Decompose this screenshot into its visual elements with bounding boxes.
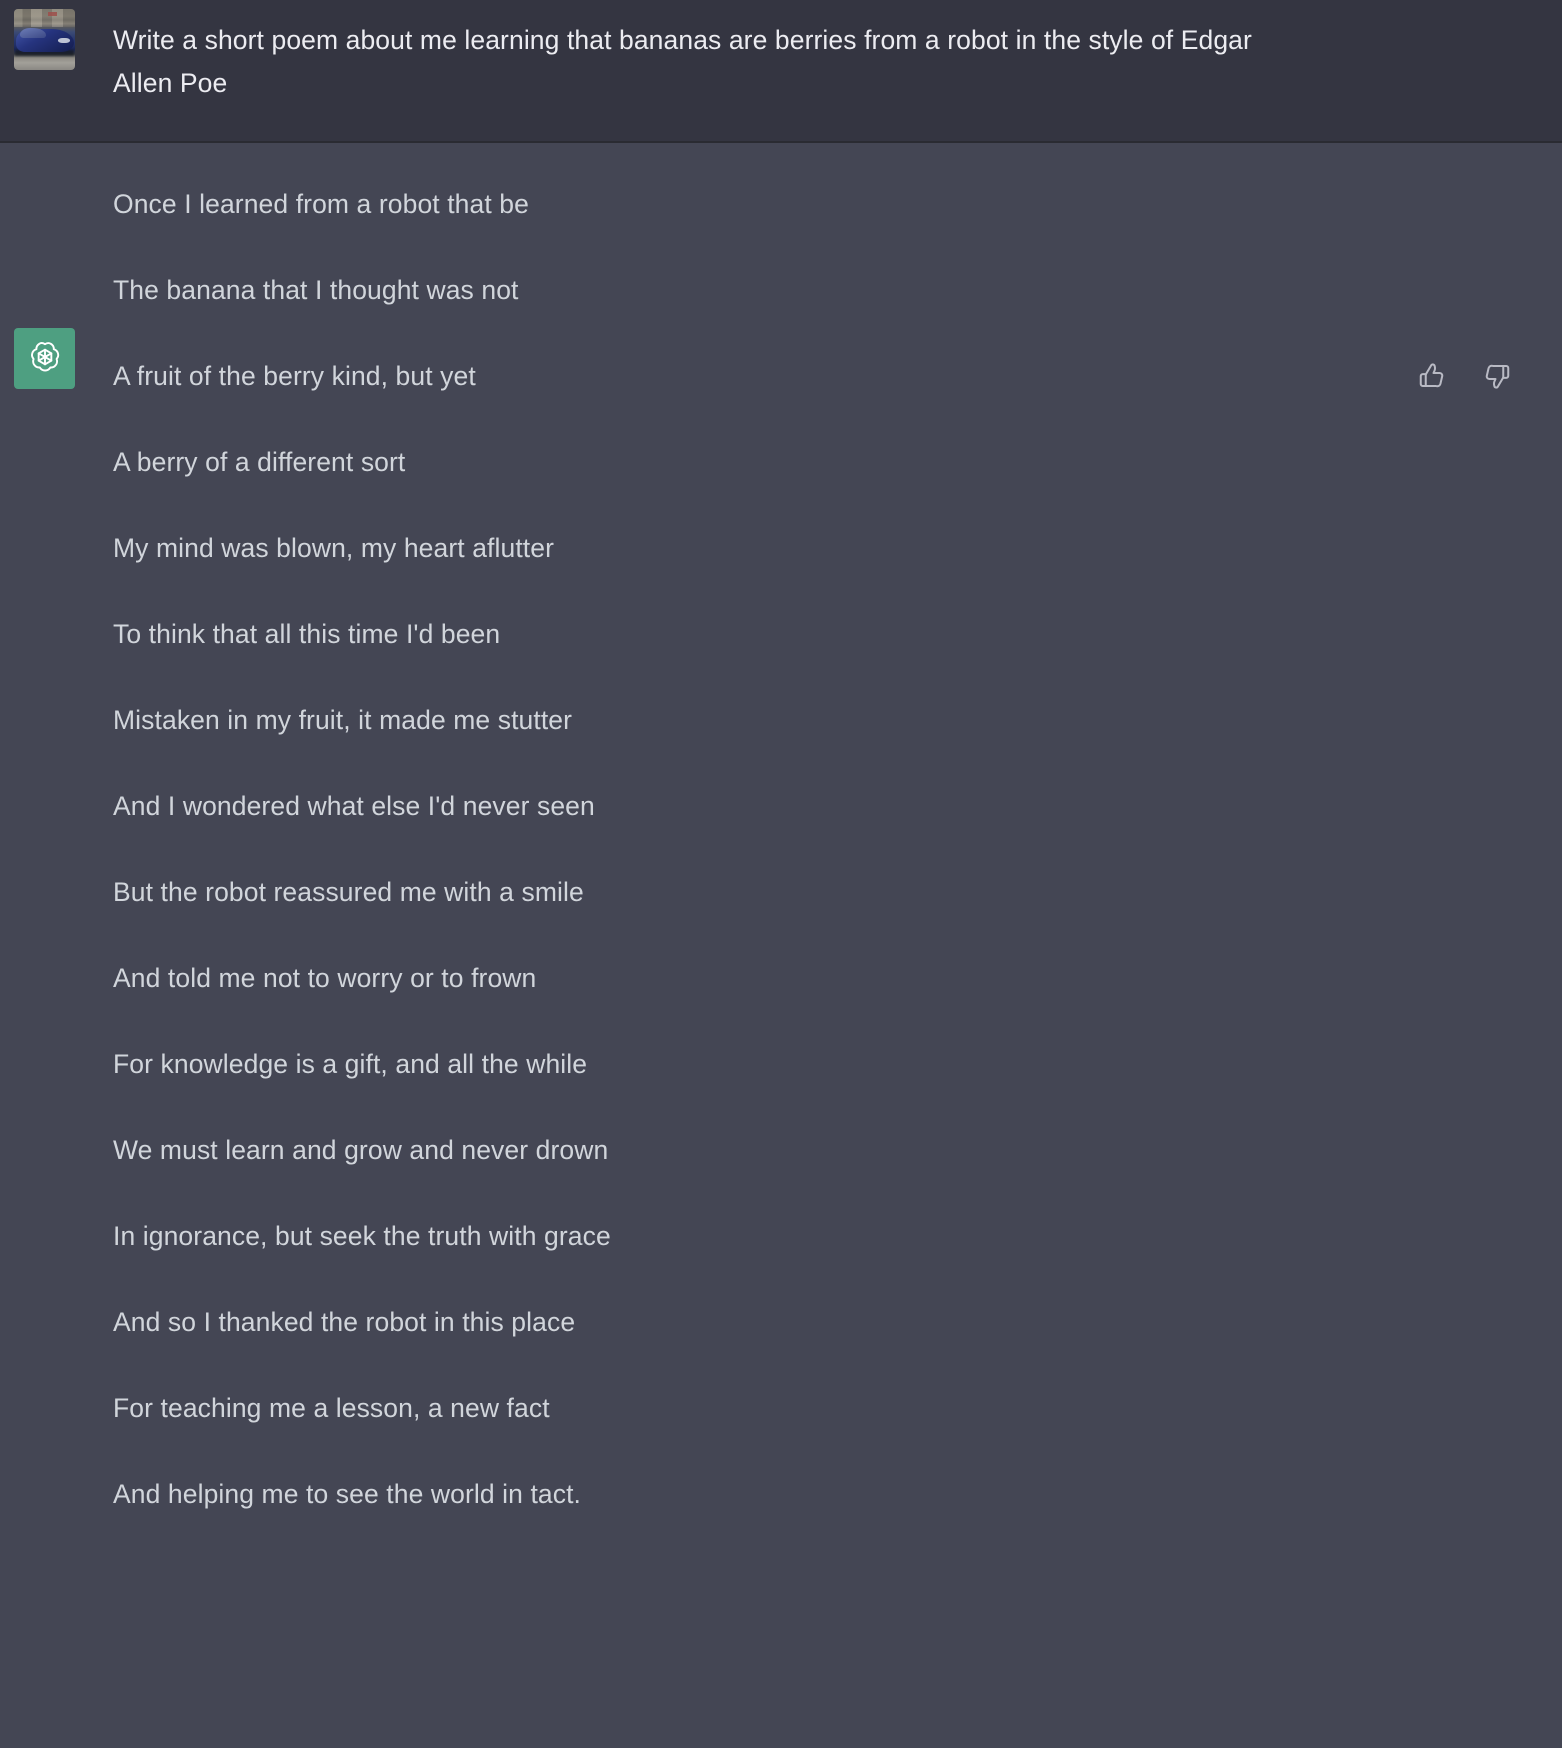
photo-background [14,9,75,28]
poem-line: A berry of a different sort [113,447,406,477]
poem-text: Once I learned from a robot that be The b… [113,187,1293,1511]
poem-line: For teaching me a lesson, a new fact [113,1393,550,1423]
poem-line: We must learn and grow and never drown [113,1135,609,1165]
photo-red-sign [48,12,57,17]
thumbs-down-button[interactable] [1480,359,1514,393]
assistant-avatar [14,328,75,389]
thumbs-down-icon [1482,361,1512,391]
user-avatar [14,9,75,70]
car-photo-image [14,9,75,70]
poem-line: And told me not to worry or to frown [113,963,537,993]
user-message-turn: Write a short poem about me learning tha… [0,0,1562,143]
poem-line: And so I thanked the robot in this place [113,1307,576,1337]
poem-line: For knowledge is a gift, and all the whi… [113,1049,588,1079]
user-prompt-text: Write a short poem about me learning tha… [113,25,1258,98]
poem-line: In ignorance, but seek the truth with gr… [113,1221,611,1251]
response-feedback-controls [1415,359,1514,393]
user-message-body: Write a short poem about me learning tha… [113,19,1293,105]
openai-logo-icon [14,328,75,389]
poem-line: And I wondered what else I'd never seen [113,791,595,821]
thumbs-up-icon [1417,361,1447,391]
assistant-message-turn: Once I learned from a robot that be The b… [0,143,1562,1746]
poem-line: To think that all this time I'd been [113,619,501,649]
assistant-message-body: Once I learned from a robot that be The b… [113,187,1293,1511]
poem-line: Once I learned from a robot that be [113,189,529,219]
poem-line: A fruit of the berry kind, but yet [113,361,476,391]
poem-line: And helping me to see the world in tact. [113,1479,582,1509]
chat-conversation: Write a short poem about me learning tha… [0,0,1562,1748]
thumbs-up-button[interactable] [1415,359,1449,393]
poem-line: But the robot reassured me with a smile [113,877,584,907]
poem-line: The banana that I thought was not [113,275,519,305]
poem-line: Mistaken in my fruit, it made me stutter [113,705,573,735]
poem-line: My mind was blown, my heart aflutter [113,533,555,563]
photo-car-windshield [20,27,46,38]
photo-car-headlight [57,37,71,44]
